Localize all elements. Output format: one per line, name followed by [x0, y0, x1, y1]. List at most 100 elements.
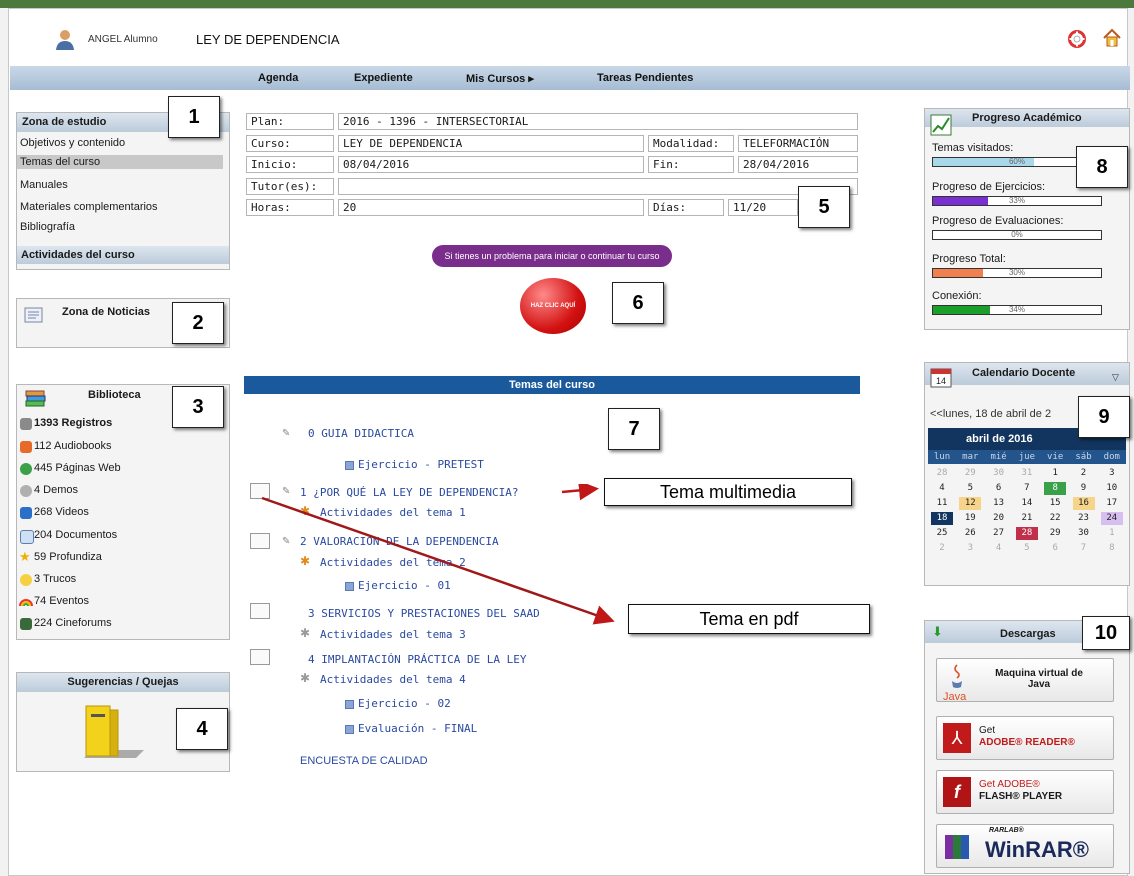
download-java-button[interactable]: Java Maquina virtual de Java [936, 658, 1114, 703]
calendar-day[interactable]: 2 [1073, 467, 1095, 480]
calendar-day[interactable]: 30 [1073, 527, 1095, 540]
calendar-day[interactable]: 1 [1101, 527, 1123, 540]
calendar-day[interactable]: 9 [1073, 482, 1095, 495]
lib-profundiza[interactable]: 59 Profundiza [34, 551, 102, 563]
nav-agenda[interactable]: Agenda [258, 72, 298, 84]
calendar-day[interactable]: 28 [1015, 527, 1038, 540]
calendar-day[interactable]: 5 [959, 482, 981, 495]
exercise-pretest[interactable]: Ejercicio - PRETEST [358, 458, 484, 471]
plan-value: 2016 - 1396 - INTERSECTORIAL [338, 113, 858, 130]
main-navbar [10, 66, 1130, 90]
dias-value: 11/20 [728, 199, 798, 216]
callout-tema-pdf: Tema en pdf [628, 604, 870, 634]
lib-audiobooks[interactable]: 112 Audiobooks [34, 440, 111, 452]
progress-bar: 30% [932, 268, 1102, 278]
lib-demos[interactable]: 4 Demos [34, 484, 78, 496]
pdf-book-icon[interactable] [250, 649, 270, 665]
rarlab-brand: RARLAB® [989, 827, 1024, 834]
calendar-day[interactable]: 8 [1101, 542, 1123, 555]
calendar-nav[interactable]: <<lunes, 18 de abril de 2 [930, 408, 1051, 420]
download-flash-player-button[interactable]: f Get ADOBE® FLASH® PLAYER [936, 770, 1114, 814]
calendar-day[interactable]: 3 [1101, 467, 1123, 480]
evaluation-final[interactable]: Evaluación - FINAL [358, 722, 477, 735]
topic-0[interactable]: 0 GUIA DIDACTICA [308, 427, 414, 440]
calendario-title: Calendario Docente [972, 367, 1076, 379]
calendar-day[interactable]: 3 [959, 542, 981, 555]
calendar-day[interactable]: 27 [988, 527, 1010, 540]
haz-clic-button[interactable]: HAZ CLIC AQUÍ [520, 278, 586, 334]
calendar-day[interactable]: 24 [1100, 512, 1123, 525]
activities-topic-4[interactable]: Actividades del tema 4 [320, 673, 466, 686]
callout-10: 10 [1082, 616, 1130, 650]
download-winrar-button[interactable]: RARLAB® WinRAR® [936, 824, 1114, 868]
progress-label: Progreso Total: [932, 253, 1006, 265]
link-temas-del-curso[interactable]: Temas del curso [17, 155, 223, 169]
calendar-day[interactable]: 18 [931, 512, 953, 525]
nav-expediente[interactable]: Expediente [354, 72, 413, 84]
calendar-day[interactable]: 10 [1101, 482, 1123, 495]
nav-tareas-pendientes[interactable]: Tareas Pendientes [597, 72, 693, 84]
calendar-day[interactable]: 7 [1016, 482, 1038, 495]
calendar-day[interactable]: 23 [1073, 512, 1095, 525]
calendar-day[interactable]: 5 [1016, 542, 1038, 555]
calendar-day[interactable]: 22 [1044, 512, 1066, 525]
calendar-day[interactable]: 19 [959, 512, 981, 525]
lib-eventos[interactable]: 74 Eventos [34, 595, 89, 607]
lib-videos[interactable]: 268 Videos [34, 506, 89, 518]
link-manuales[interactable]: Manuales [20, 179, 68, 191]
home-icon[interactable] [1102, 28, 1122, 48]
calendar-day[interactable]: 26 [959, 527, 981, 540]
lib-registros[interactable]: 1393 Registros [34, 417, 112, 429]
tutor-value [338, 178, 858, 195]
exercise-02[interactable]: Ejercicio - 02 [358, 697, 451, 710]
calendar-day[interactable]: 28 [931, 467, 953, 480]
calendar-day[interactable]: 6 [988, 482, 1010, 495]
calendar-day[interactable]: 8 [1044, 482, 1067, 495]
calendar-day[interactable]: 14 [1016, 497, 1038, 510]
calendar-day[interactable]: 15 [1044, 497, 1066, 510]
progress-label: Temas visitados: [932, 142, 1014, 154]
calendar-day[interactable]: 16 [1072, 497, 1095, 510]
link-bibliografia[interactable]: Bibliografía [20, 221, 75, 233]
calendar-day[interactable]: 31 [1016, 467, 1038, 480]
calendar-day[interactable]: 20 [988, 512, 1010, 525]
calendar-day[interactable]: 17 [1101, 497, 1123, 510]
calendar-day[interactable]: 11 [931, 497, 953, 510]
bullet-icon [345, 461, 354, 470]
link-objetivos[interactable]: Objetivos y contenido [20, 137, 125, 149]
link-materiales[interactable]: Materiales complementarios [20, 201, 158, 213]
calendar-weekday: vie [1047, 452, 1064, 462]
suggestion-box-icon[interactable] [76, 700, 146, 764]
calendar-day[interactable]: 2 [931, 542, 953, 555]
calendar-day[interactable]: 13 [988, 497, 1010, 510]
actividades-del-curso[interactable]: Actividades del curso [17, 246, 229, 264]
lib-paginas-web[interactable]: 445 Páginas Web [34, 462, 121, 474]
calendar-day[interactable]: 21 [1016, 512, 1038, 525]
calendar-weekday: mié [990, 452, 1007, 462]
lib-cineforums[interactable]: 224 Cineforums [34, 617, 112, 629]
lifebuoy-help-icon[interactable] [1068, 30, 1086, 48]
download-adobe-reader-button[interactable]: ⅄ Get ADOBE® READER® [936, 716, 1114, 760]
calendar-day[interactable]: 12 [959, 497, 982, 510]
lib-trucos[interactable]: 3 Trucos [34, 573, 76, 585]
calendar-day[interactable]: 4 [988, 542, 1010, 555]
activities-topic-3[interactable]: Actividades del tema 3 [320, 628, 466, 641]
collapse-chevron-icon[interactable]: ▽ [1112, 372, 1119, 383]
lib-documentos[interactable]: 204 Documentos [34, 529, 117, 541]
calendar-day[interactable]: 30 [988, 467, 1010, 480]
help-problem-button[interactable]: Si tienes un problema para iniciar o con… [432, 245, 672, 267]
calendar-day[interactable]: 29 [959, 467, 981, 480]
calendar-day[interactable]: 25 [931, 527, 953, 540]
calendar-day[interactable]: 1 [1044, 467, 1066, 480]
nav-mis-cursos[interactable]: Mis Cursos ▸ [466, 72, 534, 85]
java-label: Maquina virtual de Java [995, 668, 1083, 690]
calendar-day[interactable]: 29 [1044, 527, 1066, 540]
calendar-day[interactable]: 6 [1044, 542, 1066, 555]
topic-4[interactable]: 4 IMPLANTACIÓN PRÁCTICA DE LA LEY [308, 653, 527, 666]
download-arrow-icon: ⬇ [932, 624, 943, 639]
calendar-day[interactable]: 4 [931, 482, 953, 495]
modalidad-label: Modalidad: [648, 135, 734, 152]
encuesta-calidad[interactable]: ENCUESTA DE CALIDAD [300, 755, 428, 767]
calendar-day[interactable]: 7 [1073, 542, 1095, 555]
edit-icon: ✎ [282, 428, 291, 439]
